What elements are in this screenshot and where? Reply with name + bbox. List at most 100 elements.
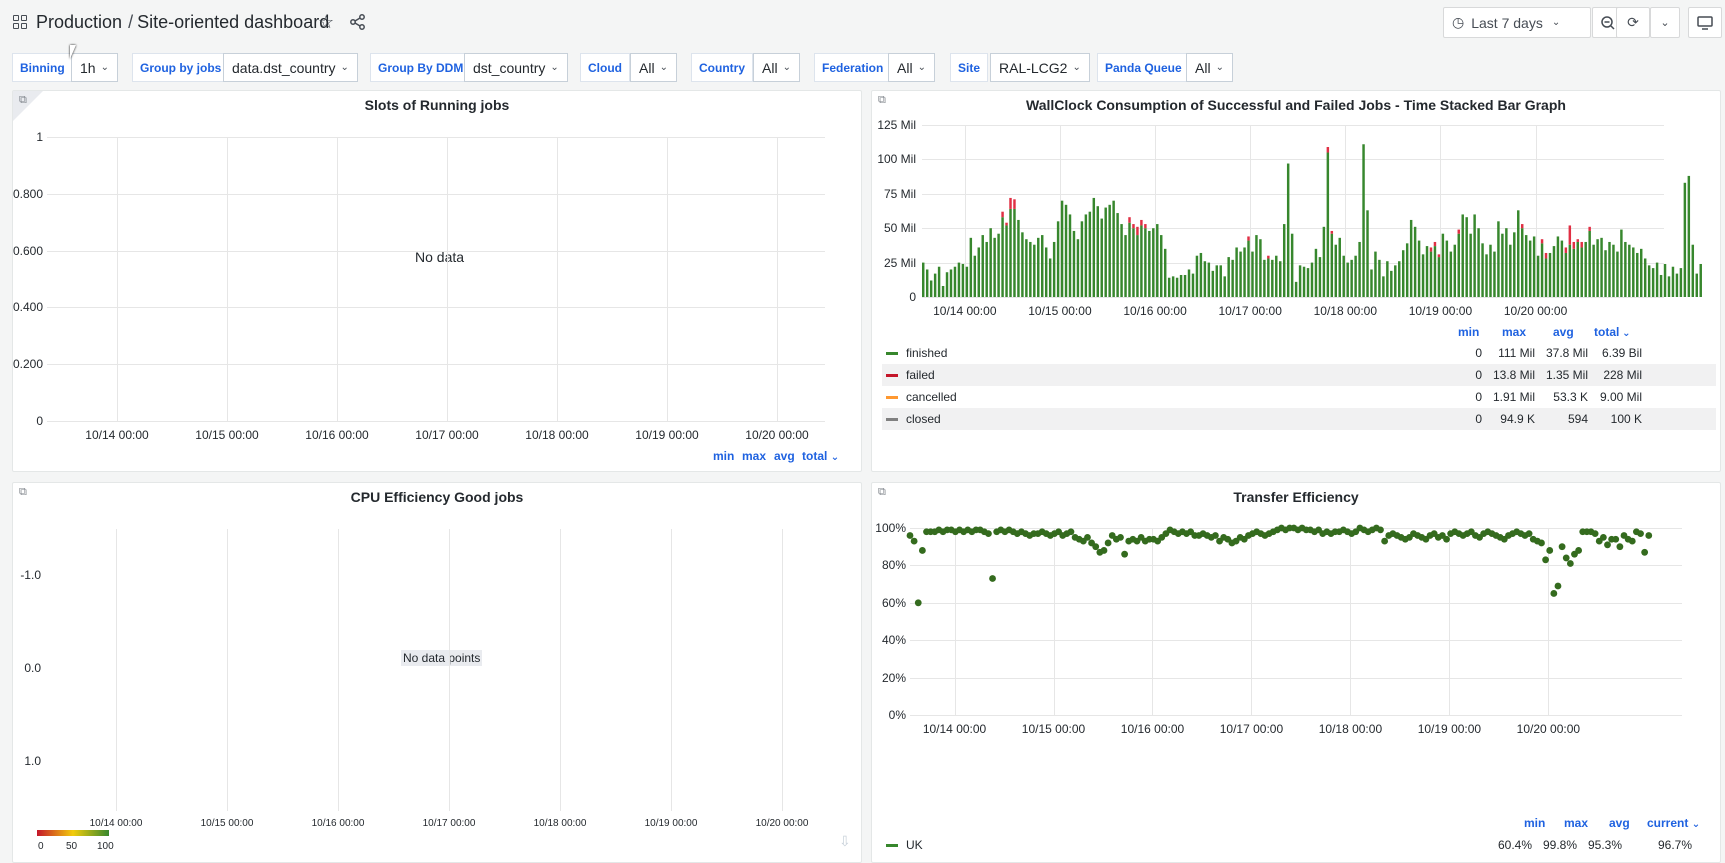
breadcrumb: Production / Site-oriented dashboard: [36, 12, 329, 33]
legend-header-avg[interactable]: avg: [1553, 325, 1574, 339]
tv-mode-button[interactable]: [1688, 7, 1722, 38]
bar-finished: [997, 233, 1000, 297]
var-select-panda-queue[interactable]: All ⌄: [1186, 53, 1233, 82]
grid-line-v: [117, 137, 118, 421]
resize-handle-icon[interactable]: ⇩: [839, 833, 851, 850]
bar-finished: [1378, 259, 1381, 297]
bar-finished: [1354, 255, 1357, 297]
data-point: [1599, 533, 1607, 541]
grid-line-h: [47, 193, 825, 195]
bar-finished: [1501, 233, 1504, 297]
y-tick-label: 25 Mil: [883, 255, 916, 270]
bar-finished: [1092, 197, 1096, 297]
y-tick-label: 125 Mil: [877, 118, 916, 132]
data-point: [906, 532, 914, 539]
legend-row-cancelled[interactable]: cancelled 0 1.91 Mil 53.3 K 9.00 Mil: [882, 386, 1716, 408]
star-icon[interactable]: ☆: [318, 12, 334, 33]
bar-failed: [1132, 224, 1135, 229]
bar-finished: [1532, 236, 1536, 297]
bar-finished: [1207, 262, 1211, 297]
refresh-button[interactable]: ⟳: [1616, 7, 1650, 38]
x-tick-label: 10/14 00:00: [85, 428, 149, 442]
legend-header-max[interactable]: max: [1564, 816, 1588, 830]
var-select-group-by-jobs[interactable]: data.dst_country ⌄: [223, 53, 358, 82]
bar-finished: [957, 262, 961, 297]
x-tick-label: 10/15 00:00: [200, 818, 254, 829]
bar-failed: [1326, 147, 1330, 153]
bar-finished: [1279, 261, 1282, 297]
legend-header-min[interactable]: min: [1458, 325, 1479, 339]
bar-finished: [1636, 252, 1639, 297]
data-point: [1575, 547, 1583, 554]
var-select-cloud[interactable]: All ⌄: [630, 53, 677, 82]
bar-finished: [1001, 217, 1004, 297]
clock-icon: ◷: [1452, 14, 1465, 30]
panel-title[interactable]: CPU Efficiency Good jobs: [13, 489, 861, 505]
panel-transfer-efficiency: ⧉ Transfer Efficiency min max avg curren…: [871, 482, 1721, 863]
no-data-points-message: No data points: [401, 650, 483, 666]
legend-header-min[interactable]: min: [1524, 816, 1545, 830]
data-point: [985, 530, 992, 538]
bar-finished: [1128, 222, 1131, 297]
panel-cpu-efficiency: ⧉ CPU Efficiency Good jobs No data point…: [12, 482, 862, 863]
legend-row-failed[interactable]: failed 0 13.8 Mil 1.35 Mil 228 Mil: [882, 364, 1716, 386]
data-point: [1212, 532, 1219, 539]
legend-header-avg[interactable]: avg: [774, 449, 795, 463]
dashboard-title[interactable]: Site-oriented dashboard: [137, 12, 329, 32]
bar-finished: [1144, 228, 1147, 297]
var-select-federation[interactable]: All ⌄: [888, 53, 935, 82]
breadcrumb-folder[interactable]: Production: [36, 12, 122, 32]
legend-header-avg[interactable]: avg: [1609, 816, 1630, 830]
chevron-down-icon: ⌄: [782, 62, 791, 73]
bar-finished: [1643, 258, 1647, 297]
var-select-country[interactable]: All ⌄: [753, 53, 800, 82]
var-select-group-by-ddm[interactable]: dst_country ⌄: [464, 53, 568, 82]
legend-header-max[interactable]: max: [1502, 325, 1526, 339]
data-point: [1092, 543, 1100, 551]
chevron-down-icon: ⌄: [830, 452, 840, 463]
bar-finished: [1005, 225, 1008, 297]
panel-title[interactable]: Slots of Running jobs: [13, 97, 861, 113]
bar-finished: [1398, 261, 1401, 297]
refresh-interval-dropdown[interactable]: ⌄: [1650, 7, 1680, 38]
chevron-down-icon: ⌄: [1072, 62, 1081, 73]
legend-total: 228 Mil: [1603, 368, 1642, 382]
bar-finished: [1306, 268, 1310, 297]
bar-finished: [953, 266, 957, 297]
bar-finished: [1485, 254, 1488, 297]
var-label-site: Site: [950, 53, 989, 82]
bar-failed: [1247, 236, 1250, 241]
var-select-binning[interactable]: 1h ⌄: [71, 53, 118, 82]
monitor-icon: [1697, 15, 1713, 30]
dashboards-grid-icon[interactable]: [13, 15, 27, 29]
bar-finished: [1160, 235, 1163, 297]
data-point: [1538, 539, 1545, 547]
bar-failed: [1588, 226, 1591, 231]
legend-row-finished[interactable]: finished 0 111 Mil 37.8 Mil 6.39 Bil: [882, 342, 1716, 364]
legend-header-current[interactable]: current ⌄: [1647, 816, 1700, 830]
share-icon[interactable]: [350, 14, 366, 30]
bar-finished: [1037, 237, 1040, 297]
var-select-site[interactable]: RAL-LCG2 ⌄: [990, 53, 1090, 82]
bar-finished: [1231, 259, 1234, 297]
data-point: [918, 547, 926, 554]
panel-title[interactable]: WallClock Consumption of Successful and …: [872, 97, 1720, 113]
legend-header-total[interactable]: total ⌄: [1594, 325, 1631, 339]
x-tick-label: 10/14 00:00: [89, 818, 143, 829]
data-point: [1641, 548, 1649, 556]
legend-header-total[interactable]: total ⌄: [802, 449, 839, 463]
data-point: [1604, 541, 1611, 549]
legend-header-min[interactable]: min: [713, 449, 734, 463]
time-range-picker[interactable]: ◷ Last 7 days ⌄: [1443, 7, 1591, 38]
bar-failed: [1136, 226, 1139, 236]
bar-finished: [1509, 244, 1512, 297]
legend-header-max[interactable]: max: [742, 449, 766, 463]
panel-title[interactable]: Transfer Efficiency: [872, 489, 1720, 505]
legend-row-closed[interactable]: closed 0 94.9 K 594 100 K: [882, 408, 1716, 430]
data-point: [1084, 533, 1091, 541]
data-point: [1628, 537, 1636, 545]
bar-finished: [1493, 251, 1496, 297]
bar-finished: [1683, 182, 1687, 297]
bar-finished: [1572, 248, 1576, 297]
legend-row-uk[interactable]: UK 60.4% 99.8% 95.3% 96.7%: [882, 834, 1716, 856]
